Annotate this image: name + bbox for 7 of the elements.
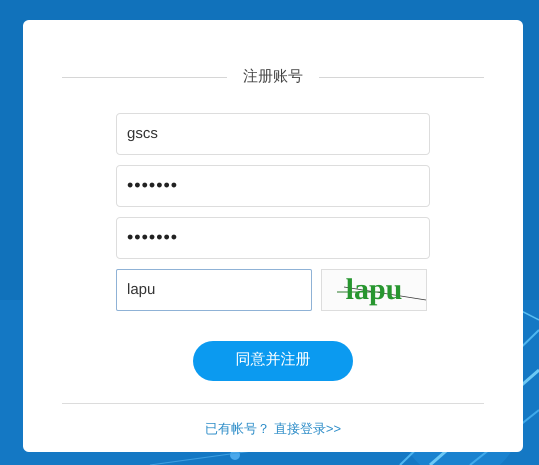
login-link[interactable]: 直接登录>> [274,418,342,438]
password-field[interactable]: ••••••• [116,216,430,258]
password-field[interactable]: ••••••• [116,164,430,206]
username-field[interactable]: gscs [116,112,430,154]
form-title: 注册账号 [243,67,303,87]
login-prompt: 已有帐号？ [204,420,270,438]
captcha-input[interactable]: lapu [116,268,312,310]
